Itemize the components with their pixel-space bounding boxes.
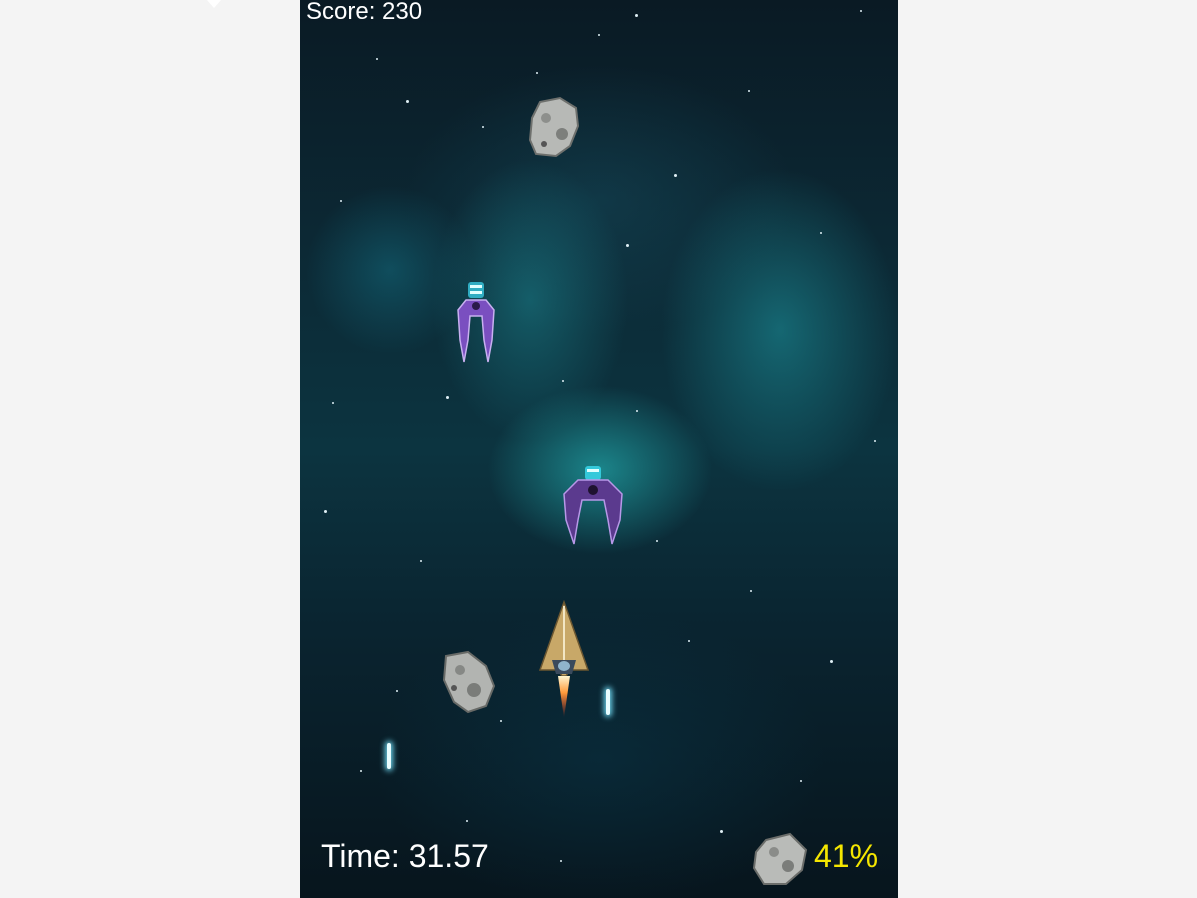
score-label: Score: 230 <box>306 0 423 25</box>
asteroid <box>528 96 580 158</box>
asteroid-icon <box>752 832 808 885</box>
game-canvas[interactable]: Score: 230 Time: 31.57 41% <box>300 0 898 898</box>
asteroid-percent-label: 41% <box>814 838 879 874</box>
player-ship <box>538 600 590 718</box>
laser-bolt <box>387 743 391 769</box>
asteroid <box>442 650 496 714</box>
purple-claw-enemy-ship <box>457 282 495 363</box>
page-marker-arrow-icon <box>207 0 221 8</box>
laser-bolt <box>606 689 610 715</box>
time-label: Time: 31.57 <box>321 838 489 874</box>
purple-claw-enemy-ship <box>563 466 623 545</box>
